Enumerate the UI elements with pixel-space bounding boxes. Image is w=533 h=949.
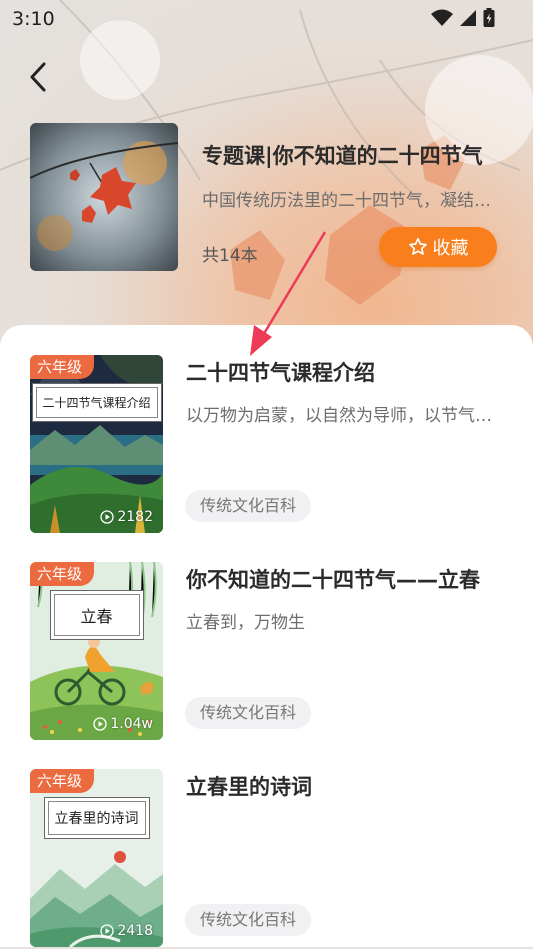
book-cover-title: 立春 (49, 590, 144, 640)
play-count: 1.04w (93, 716, 153, 732)
play-count: 2182 (100, 509, 153, 525)
annotation-arrow-icon (250, 231, 327, 356)
grade-badge: 六年级 (30, 769, 95, 793)
item-title: 你不知道的二十四节气——立春 (186, 568, 480, 592)
play-circle-icon (100, 924, 115, 938)
list-item[interactable]: 立春 六年级 1.04w 你不知道的二十四节气——立春 立春到，万物生 传统文化… (0, 562, 533, 742)
play-circle-icon (93, 717, 108, 731)
item-description: 立春到，万物生 (186, 613, 305, 633)
book-cover-title: 立春里的诗词 (43, 797, 150, 839)
item-title: 立春里的诗词 (186, 775, 312, 799)
grade-badge: 六年级 (30, 562, 95, 586)
book-cover: 立春里的诗词 六年级 2418 (30, 769, 163, 947)
item-description: 以万物为启蒙，以自然为导师，以节气为线索 (186, 406, 496, 426)
book-list: 二十四节气课程介绍 六年级 2182 二十四节气课程介绍 以万物为启蒙，以自然为… (0, 325, 533, 947)
list-item[interactable]: 立春里的诗词 六年级 2418 立春里的诗词 传统文化百科 (0, 769, 533, 949)
category-tag[interactable]: 传统文化百科 (185, 697, 312, 729)
book-cover: 立春 六年级 1.04w (30, 562, 163, 740)
play-count: 2418 (100, 923, 153, 939)
category-tag[interactable]: 传统文化百科 (185, 904, 312, 936)
category-tag[interactable]: 传统文化百科 (185, 490, 312, 522)
play-circle-icon (100, 510, 115, 524)
